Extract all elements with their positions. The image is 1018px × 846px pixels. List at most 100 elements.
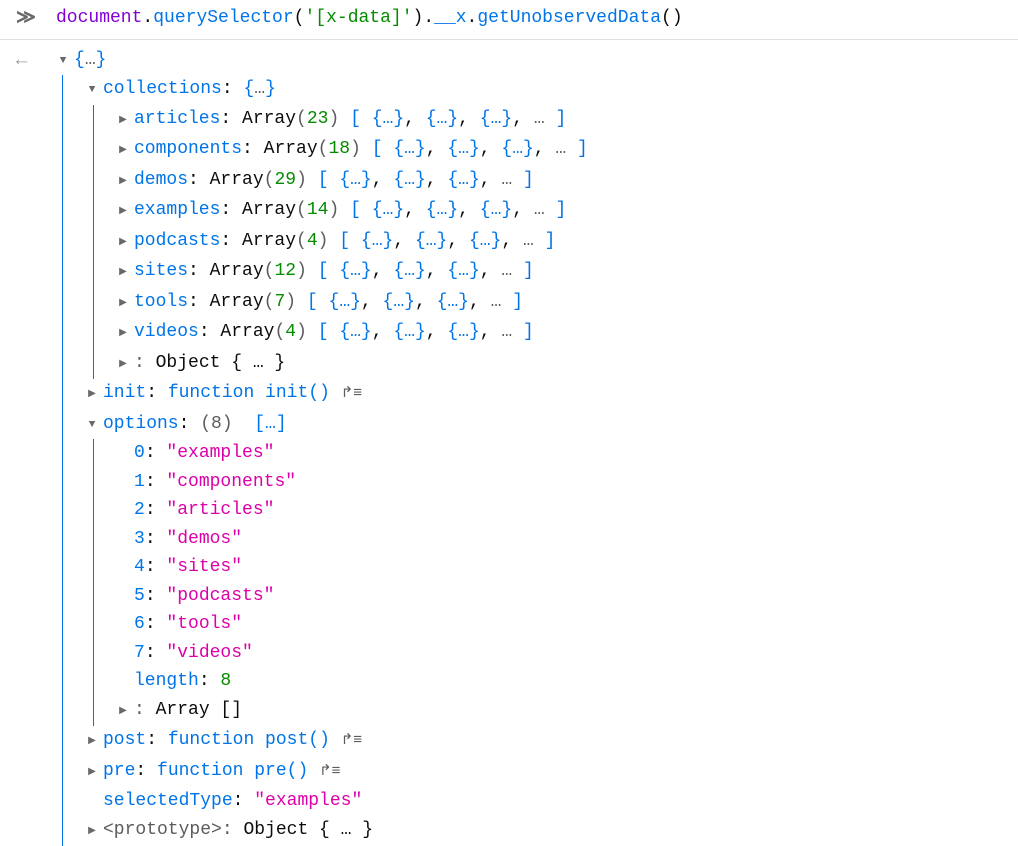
tree-node-option-item[interactable]: 3: "demos" xyxy=(116,525,588,554)
tree-node-post[interactable]: post: function post() ↱≡ xyxy=(85,726,588,757)
tree-node-collection-item[interactable]: sites: Array(12) [ {…}, {…}, {…}, … ] xyxy=(116,257,588,288)
twisty-right-icon[interactable] xyxy=(85,816,99,846)
token-property: __x xyxy=(434,8,466,28)
collection-count: 12 xyxy=(274,261,296,281)
twisty-right-icon[interactable] xyxy=(85,726,99,757)
option-index: 4 xyxy=(134,557,145,577)
option-index: 6 xyxy=(134,614,145,634)
option-index: 2 xyxy=(134,500,145,520)
token-method: querySelector xyxy=(153,8,293,28)
tree-node-collection-item[interactable]: demos: Array(29) [ {…}, {…}, {…}, … ] xyxy=(116,166,588,197)
input-prompt-gutter: ≫ xyxy=(0,4,56,33)
tree-node-collections[interactable]: collections: {…} xyxy=(85,75,588,105)
tree-node-option-item[interactable]: 6: "tools" xyxy=(116,610,588,639)
output-return-icon: ← xyxy=(16,46,27,75)
option-index: 1 xyxy=(134,472,145,492)
twisty-right-icon[interactable] xyxy=(85,757,99,788)
twisty-right-icon[interactable] xyxy=(116,696,130,727)
tree-node-option-item[interactable]: 7: "videos" xyxy=(116,639,588,668)
tree-node-option-item[interactable]: 0: "examples" xyxy=(116,439,588,468)
output-gutter: ← xyxy=(0,46,56,75)
tree-node-option-item[interactable]: 5: "podcasts" xyxy=(116,582,588,611)
console-output-row: ← {…} collections: {…} articles: Array(2… xyxy=(0,40,1018,846)
tree-node-root-prototype[interactable]: <prototype>: Object { … } xyxy=(85,816,588,846)
option-value: "components" xyxy=(166,472,296,492)
twisty-down-icon[interactable] xyxy=(85,410,99,440)
collection-count: 18 xyxy=(328,139,350,159)
length-key: length xyxy=(134,671,199,691)
option-value: "podcasts" xyxy=(166,586,274,606)
collection-key: tools xyxy=(134,292,188,312)
option-value: "tools" xyxy=(166,614,242,634)
twisty-right-icon[interactable] xyxy=(116,135,130,166)
console-input-expression[interactable]: document.querySelector('[x-data]').__x.g… xyxy=(56,4,683,33)
key-init: init xyxy=(103,383,146,403)
tree-node-collection-item[interactable]: components: Array(18) [ {…}, {…}, {…}, …… xyxy=(116,135,588,166)
collection-count: 29 xyxy=(274,170,296,190)
collection-key: articles xyxy=(134,109,220,129)
twisty-right-icon[interactable] xyxy=(116,166,130,197)
prototype-value: Object { … } xyxy=(156,353,286,373)
key-selectedtype: selectedType xyxy=(103,791,233,811)
twisty-right-icon[interactable] xyxy=(116,318,130,349)
option-value: "videos" xyxy=(166,643,252,663)
twisty-right-icon[interactable] xyxy=(116,349,130,380)
option-index: 3 xyxy=(134,529,145,549)
tree-node-options[interactable]: options: (8) […] xyxy=(85,410,588,440)
tree-node-init[interactable]: init: function init() ↱≡ xyxy=(85,379,588,410)
options-children: 0: "examples"1: "components"2: "articles… xyxy=(93,439,588,726)
jump-to-definition-icon[interactable]: ↱≡ xyxy=(319,763,341,780)
twisty-right-icon[interactable] xyxy=(116,196,130,227)
token-method: getUnobservedData xyxy=(477,8,661,28)
twisty-down-icon[interactable] xyxy=(56,46,70,76)
jump-to-definition-icon[interactable]: ↱≡ xyxy=(341,385,363,402)
tree-node-pre[interactable]: pre: function pre() ↱≡ xyxy=(85,757,588,788)
length-value: 8 xyxy=(220,671,231,691)
collection-key: components xyxy=(134,139,242,159)
option-value: "demos" xyxy=(166,529,242,549)
tree-node-options-prototype[interactable]: : Array [] xyxy=(116,696,588,727)
tree-node-options-length[interactable]: length: 8 xyxy=(116,667,588,696)
jump-to-definition-icon[interactable]: ↱≡ xyxy=(341,732,363,749)
option-value: "sites" xyxy=(166,557,242,577)
option-index: 7 xyxy=(134,643,145,663)
collection-count: 23 xyxy=(307,109,329,129)
twisty-right-icon[interactable] xyxy=(116,105,130,136)
twisty-right-icon[interactable] xyxy=(85,379,99,410)
option-value: "examples" xyxy=(166,443,274,463)
console-input-row: ≫ document.querySelector('[x-data]').__x… xyxy=(0,0,1018,40)
tree-node-collections-prototype[interactable]: : Object { … } xyxy=(116,349,588,380)
twisty-down-icon[interactable] xyxy=(85,75,99,105)
key-pre: pre xyxy=(103,761,135,781)
collection-key: examples xyxy=(134,200,220,220)
token-document: document xyxy=(56,8,142,28)
value-selectedtype: "examples" xyxy=(254,791,362,811)
tree-node-option-item[interactable]: 4: "sites" xyxy=(116,553,588,582)
tree-node-collection-item[interactable]: podcasts: Array(4) [ {…}, {…}, {…}, … ] xyxy=(116,227,588,258)
option-index: 5 xyxy=(134,586,145,606)
twisty-right-icon[interactable] xyxy=(116,288,130,319)
tree-node-collection-item[interactable]: examples: Array(14) [ {…}, {…}, {…}, … ] xyxy=(116,196,588,227)
collection-key: videos xyxy=(134,322,199,342)
collection-count: 4 xyxy=(307,231,318,251)
tree-node-root[interactable]: {…} xyxy=(56,46,588,76)
key-options: options xyxy=(103,414,179,434)
prototype-value: Array [] xyxy=(156,700,242,720)
tree-node-option-item[interactable]: 2: "articles" xyxy=(116,496,588,525)
prototype-label: <prototype> xyxy=(103,820,222,840)
collection-count: 7 xyxy=(274,292,285,312)
input-prompt-icon: ≫ xyxy=(16,4,34,33)
key-post: post xyxy=(103,730,146,750)
tree-node-collection-item[interactable]: videos: Array(4) [ {…}, {…}, {…}, … ] xyxy=(116,318,588,349)
tree-node-collection-item[interactable]: articles: Array(23) [ {…}, {…}, {…}, … ] xyxy=(116,105,588,136)
twisty-right-icon[interactable] xyxy=(116,227,130,258)
tree-node-selectedtype[interactable]: selectedType: "examples" xyxy=(85,787,588,816)
tree-node-option-item[interactable]: 1: "components" xyxy=(116,468,588,497)
collection-key: sites xyxy=(134,261,188,281)
twisty-right-icon[interactable] xyxy=(116,257,130,288)
collection-count: 4 xyxy=(285,322,296,342)
tree-node-collection-item[interactable]: tools: Array(7) [ {…}, {…}, {…}, … ] xyxy=(116,288,588,319)
option-index: 0 xyxy=(134,443,145,463)
prototype-value: Object { … } xyxy=(243,820,373,840)
collection-count: 14 xyxy=(307,200,329,220)
